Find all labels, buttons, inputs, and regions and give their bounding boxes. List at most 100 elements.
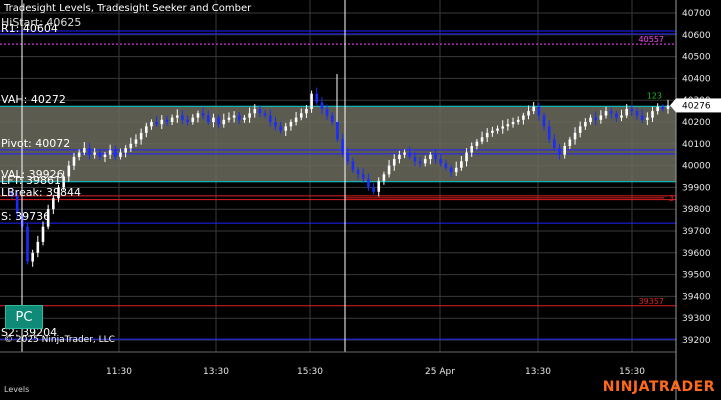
candle-body (408, 152, 412, 157)
candle-body (434, 154, 437, 160)
candle-body (516, 119, 520, 122)
level-label-pivot: Pivot: 40072 (1, 137, 70, 150)
candle-body (212, 117, 215, 122)
candle-body (439, 159, 443, 164)
candle-body (568, 139, 572, 146)
candle-body (67, 165, 71, 177)
x-tick-label: 13:30 (203, 367, 229, 377)
y-tick-label: 39400 (682, 292, 711, 302)
candle-body (563, 145, 566, 155)
candle-body (346, 152, 350, 162)
y-tick-label: 40700 (682, 9, 711, 19)
candle-body (532, 106, 536, 112)
candle-body (31, 252, 34, 262)
candle-body (52, 198, 55, 210)
candle-body (310, 93, 313, 109)
candle-body (186, 119, 189, 122)
pc-button[interactable]: PC (5, 305, 43, 329)
candle-body (196, 113, 200, 118)
candle-body (372, 187, 375, 192)
candle-body (160, 119, 164, 125)
x-tick-label: 13:30 (525, 367, 551, 377)
candle-body (558, 148, 561, 155)
ninjatrader-logo: NINJATRADER (602, 379, 715, 395)
candle-body (124, 148, 127, 153)
y-tick-label: 39300 (682, 314, 711, 324)
candle-body (305, 108, 308, 114)
candle-body (26, 226, 29, 262)
candle-body (444, 163, 448, 168)
candle-body (227, 117, 231, 120)
marker-label-3: 3 (669, 194, 674, 203)
candle-body (165, 119, 169, 122)
candle-body (387, 165, 391, 175)
candle-body (609, 111, 613, 114)
candle-body (274, 122, 277, 127)
candle-body (289, 122, 293, 127)
candle-body (181, 115, 184, 120)
candle-body (449, 167, 453, 173)
candle-body (206, 115, 210, 122)
candle-body (646, 117, 649, 120)
candle-body (403, 152, 406, 155)
current-price-label: 40276 (682, 101, 711, 111)
candle-body (491, 130, 494, 133)
y-tick-label: 40200 (682, 118, 711, 128)
candle-body (547, 126, 551, 140)
y-tick-label: 39900 (682, 183, 711, 193)
candle-body (336, 122, 339, 140)
candle-body (258, 108, 262, 114)
candle-body (589, 117, 592, 122)
y-tick-label: 40100 (682, 140, 711, 150)
candle-body (36, 241, 40, 253)
candle-body (615, 113, 618, 118)
candle-body (537, 106, 541, 116)
marker-label-123: 123 (647, 91, 662, 100)
candle-body (144, 126, 148, 133)
candle-body (315, 93, 319, 103)
candle-body (98, 152, 102, 157)
candle-body (625, 108, 628, 116)
candle-body (263, 113, 267, 116)
y-tick-label: 40400 (682, 74, 711, 84)
candle-body (604, 111, 608, 116)
candle-body (465, 152, 468, 162)
candle-body (83, 148, 86, 153)
candle-body (377, 180, 381, 192)
y-tick-label: 40000 (682, 162, 711, 172)
candle-body (268, 115, 272, 122)
candle-body (460, 161, 463, 168)
candle-body (620, 115, 623, 118)
marker-label-39357: 39357 (639, 297, 664, 306)
candle-body (77, 152, 81, 157)
level-label-histart: HiStart: 40625 (1, 16, 81, 29)
y-tick-label: 39800 (682, 205, 711, 215)
candle-body (475, 141, 479, 146)
candle-body (243, 117, 246, 120)
candle-body (630, 108, 634, 112)
candle-body (108, 150, 112, 155)
candle-body (155, 122, 158, 125)
candle-body (356, 169, 360, 175)
candle-body (134, 139, 138, 144)
tab-levels[interactable]: Levels (4, 385, 29, 394)
candle-body (454, 167, 458, 173)
candle-body (578, 126, 582, 133)
level-label-vah: VAH: 40272 (1, 93, 66, 106)
candle-body (330, 115, 334, 122)
candle-body (237, 115, 241, 120)
candle-body (88, 148, 91, 155)
x-tick-label: 15:30 (619, 367, 645, 377)
candle-body (253, 108, 257, 114)
candle-body (299, 113, 303, 118)
candle-body (651, 111, 654, 118)
candle-body (480, 137, 484, 142)
y-tick-label: 39200 (682, 336, 711, 346)
x-tick-label: 11:30 (106, 367, 132, 377)
candle-body (320, 102, 324, 109)
candle-body (553, 139, 556, 149)
y-tick-label: 40600 (682, 31, 711, 41)
candle-body (584, 122, 587, 127)
candle-body (573, 132, 577, 140)
candle-body (222, 119, 226, 125)
